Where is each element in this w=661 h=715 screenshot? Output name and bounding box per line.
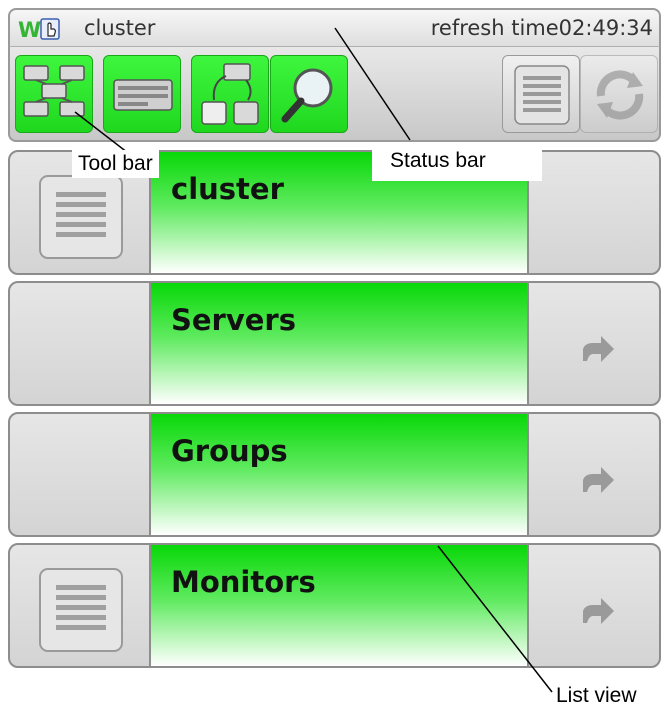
list-view-callout: List view — [554, 684, 639, 708]
tool-bar-callout: Tool bar — [72, 150, 159, 178]
annotation-leader-lines — [74, 27, 553, 693]
status-bar-callout: Status bar — [372, 145, 542, 181]
